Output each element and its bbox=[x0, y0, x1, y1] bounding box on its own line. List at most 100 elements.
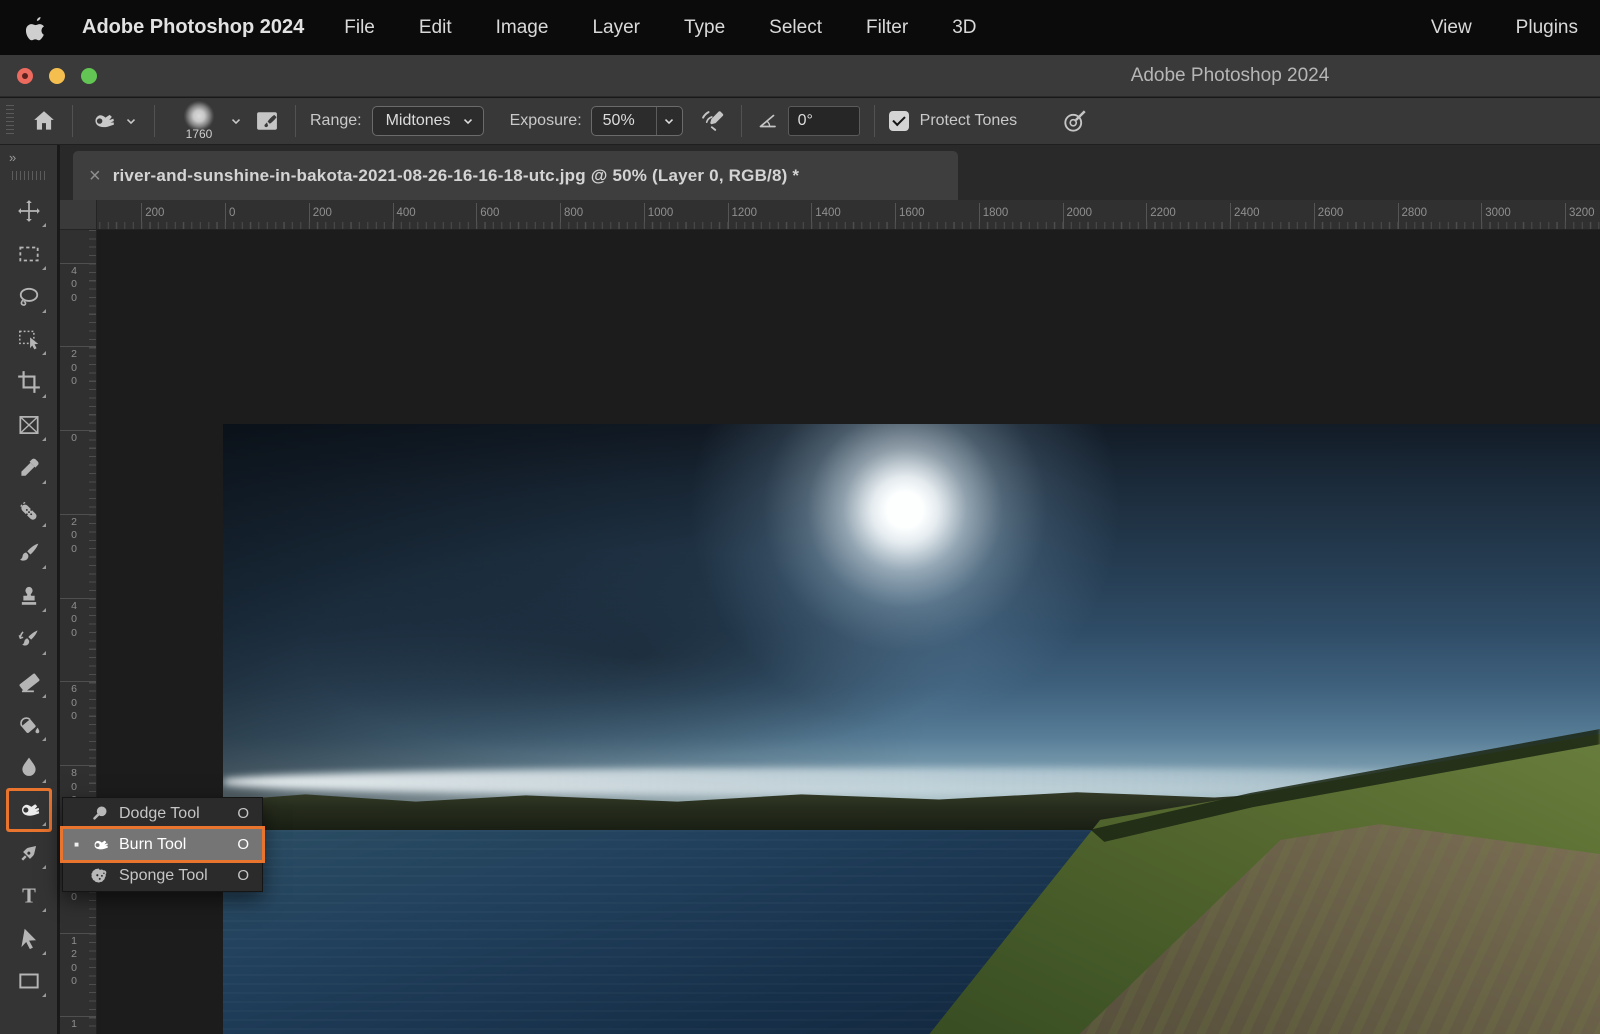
home-icon bbox=[30, 107, 58, 135]
h-ruler-label: 0 bbox=[229, 207, 235, 219]
v-ruler-label: 1 4 0 0 bbox=[60, 1018, 88, 1034]
v-ruler-label: 2 0 0 bbox=[60, 348, 88, 389]
type-icon bbox=[16, 883, 42, 909]
vertical-ruler[interactable]: 4 0 02 0 002 0 04 0 06 0 08 0 01 0 0 01 … bbox=[60, 230, 97, 1034]
flyout-item-label: Dodge Tool bbox=[119, 805, 227, 823]
close-tab-icon[interactable]: × bbox=[89, 166, 101, 186]
menu-item-view[interactable]: View bbox=[1431, 17, 1472, 39]
traffic-light-close[interactable] bbox=[17, 68, 33, 84]
tool-flyout-menu: Dodge Tool O ■Burn ToolOSponge ToolO bbox=[62, 797, 263, 892]
document-tab[interactable]: × river-and-sunshine-in-bakota-2021-08-2… bbox=[73, 151, 958, 200]
exposure-dropdown-button[interactable] bbox=[656, 107, 682, 135]
paint-bucket-icon bbox=[16, 712, 42, 738]
options-bar-grip[interactable] bbox=[6, 105, 14, 137]
tool-clone-stamp[interactable] bbox=[9, 577, 49, 615]
traffic-light-zoom[interactable] bbox=[81, 68, 97, 84]
menu-item-edit[interactable]: Edit bbox=[419, 17, 452, 39]
canvas-area[interactable] bbox=[97, 230, 1600, 1034]
tool-type[interactable] bbox=[9, 877, 49, 915]
range-select[interactable]: Midtones bbox=[372, 106, 484, 136]
flyout-item-dodge-tool[interactable]: Dodge Tool O bbox=[63, 798, 262, 829]
burn-tool-icon bbox=[90, 835, 110, 855]
protect-tones-checkbox[interactable] bbox=[889, 111, 909, 131]
toggle-brush-settings-button[interactable] bbox=[253, 107, 281, 135]
traffic-light-minimize[interactable] bbox=[49, 68, 65, 84]
tools-list bbox=[0, 180, 57, 1005]
exposure-input[interactable]: 50% bbox=[591, 106, 683, 136]
active-tool-preset-button[interactable] bbox=[89, 107, 138, 135]
pen-pressure-toggle-button[interactable] bbox=[1061, 107, 1089, 135]
tool-path-selection[interactable] bbox=[9, 920, 49, 958]
v-ruler-label: 6 0 0 bbox=[60, 683, 88, 724]
tool-object-selection[interactable] bbox=[9, 320, 49, 358]
menu-item-image[interactable]: Image bbox=[496, 17, 549, 39]
tool-paint-bucket[interactable] bbox=[9, 706, 49, 744]
menubar-items-right: View Plugins bbox=[1431, 17, 1578, 39]
toolbox-panel: » bbox=[0, 145, 57, 1034]
eraser-icon bbox=[16, 669, 42, 695]
collapse-toolbox-button[interactable]: » bbox=[0, 145, 57, 168]
tool-pen[interactable] bbox=[9, 834, 49, 872]
app-menu-title[interactable]: Adobe Photoshop 2024 bbox=[82, 16, 304, 39]
menu-item-file[interactable]: File bbox=[344, 17, 375, 39]
chevron-down-icon[interactable] bbox=[229, 114, 243, 128]
divider bbox=[295, 105, 296, 137]
chevron-down-icon bbox=[124, 114, 138, 128]
tool-move[interactable] bbox=[9, 192, 49, 230]
v-ruler-label: 4 0 0 bbox=[60, 265, 88, 306]
eyedropper-icon bbox=[16, 455, 42, 481]
tool-eyedropper[interactable] bbox=[9, 449, 49, 487]
divider bbox=[154, 105, 155, 137]
divider bbox=[741, 105, 742, 137]
document-tab-title: river-and-sunshine-in-bakota-2021-08-26-… bbox=[113, 166, 800, 186]
range-label: Range: bbox=[310, 112, 362, 130]
tool-history-brush[interactable] bbox=[9, 620, 49, 658]
menu-item-filter[interactable]: Filter bbox=[866, 17, 908, 39]
flyout-item-shortcut: O bbox=[237, 805, 249, 822]
home-button[interactable] bbox=[30, 107, 58, 135]
flyout-item-label: Burn Tool bbox=[119, 836, 227, 854]
apple-menu-icon[interactable] bbox=[26, 15, 48, 41]
tool-lasso[interactable] bbox=[9, 278, 49, 316]
h-ruler-label: 2400 bbox=[1234, 207, 1260, 219]
tool-rectangular-marquee[interactable] bbox=[9, 235, 49, 273]
menu-item-layer[interactable]: Layer bbox=[592, 17, 640, 39]
menu-item-3d[interactable]: 3D bbox=[952, 17, 976, 39]
window-title: Adobe Photoshop 2024 bbox=[1030, 55, 1430, 97]
menu-item-type[interactable]: Type bbox=[684, 17, 725, 39]
tool-brush[interactable] bbox=[9, 534, 49, 572]
brush-angle-value: 0° bbox=[798, 112, 813, 130]
brush-size-value: 1760 bbox=[186, 127, 213, 141]
tool-burn[interactable] bbox=[9, 791, 49, 829]
pen-icon bbox=[16, 840, 42, 866]
chevron-down-icon bbox=[662, 114, 676, 128]
document-image[interactable] bbox=[223, 424, 1600, 1034]
flyout-item-sponge-tool[interactable]: Sponge ToolO bbox=[63, 860, 262, 891]
tool-rectangle[interactable] bbox=[9, 962, 49, 1000]
flyout-item-shortcut: O bbox=[237, 867, 249, 884]
brush-preset-picker[interactable]: 1760 bbox=[173, 101, 225, 141]
menubar-items: File Edit Image Layer Type Select Filter 3D bbox=[344, 17, 976, 39]
tool-options-bar: 1760 Range: Midtones Exposure: 50% 0° bbox=[0, 98, 1600, 145]
brush-angle-input[interactable]: 0° bbox=[788, 106, 860, 136]
airbrush-toggle-button[interactable] bbox=[699, 107, 727, 135]
tool-frame[interactable] bbox=[9, 406, 49, 444]
menu-item-plugins[interactable]: Plugins bbox=[1516, 17, 1578, 39]
dodge-tool-icon bbox=[90, 804, 110, 824]
flyout-item-burn-tool[interactable]: ■Burn ToolO bbox=[63, 829, 262, 860]
toolbox-grip[interactable] bbox=[12, 171, 46, 180]
exposure-value: 50% bbox=[592, 112, 656, 130]
airbrush-icon bbox=[699, 107, 727, 135]
menu-item-select[interactable]: Select bbox=[769, 17, 822, 39]
brush-icon bbox=[16, 540, 42, 566]
h-ruler-label: 400 bbox=[397, 207, 416, 219]
tool-spot-healing-brush[interactable] bbox=[9, 492, 49, 530]
tool-crop[interactable] bbox=[9, 363, 49, 401]
horizontal-ruler[interactable]: 2000200400600800100012001400160018002000… bbox=[60, 200, 1600, 230]
tool-eraser[interactable] bbox=[9, 663, 49, 701]
h-ruler-label: 200 bbox=[145, 207, 164, 219]
divider bbox=[874, 105, 875, 137]
ruler-origin-corner[interactable] bbox=[60, 200, 97, 230]
tool-blur[interactable] bbox=[9, 748, 49, 786]
h-ruler-label: 200 bbox=[313, 207, 332, 219]
